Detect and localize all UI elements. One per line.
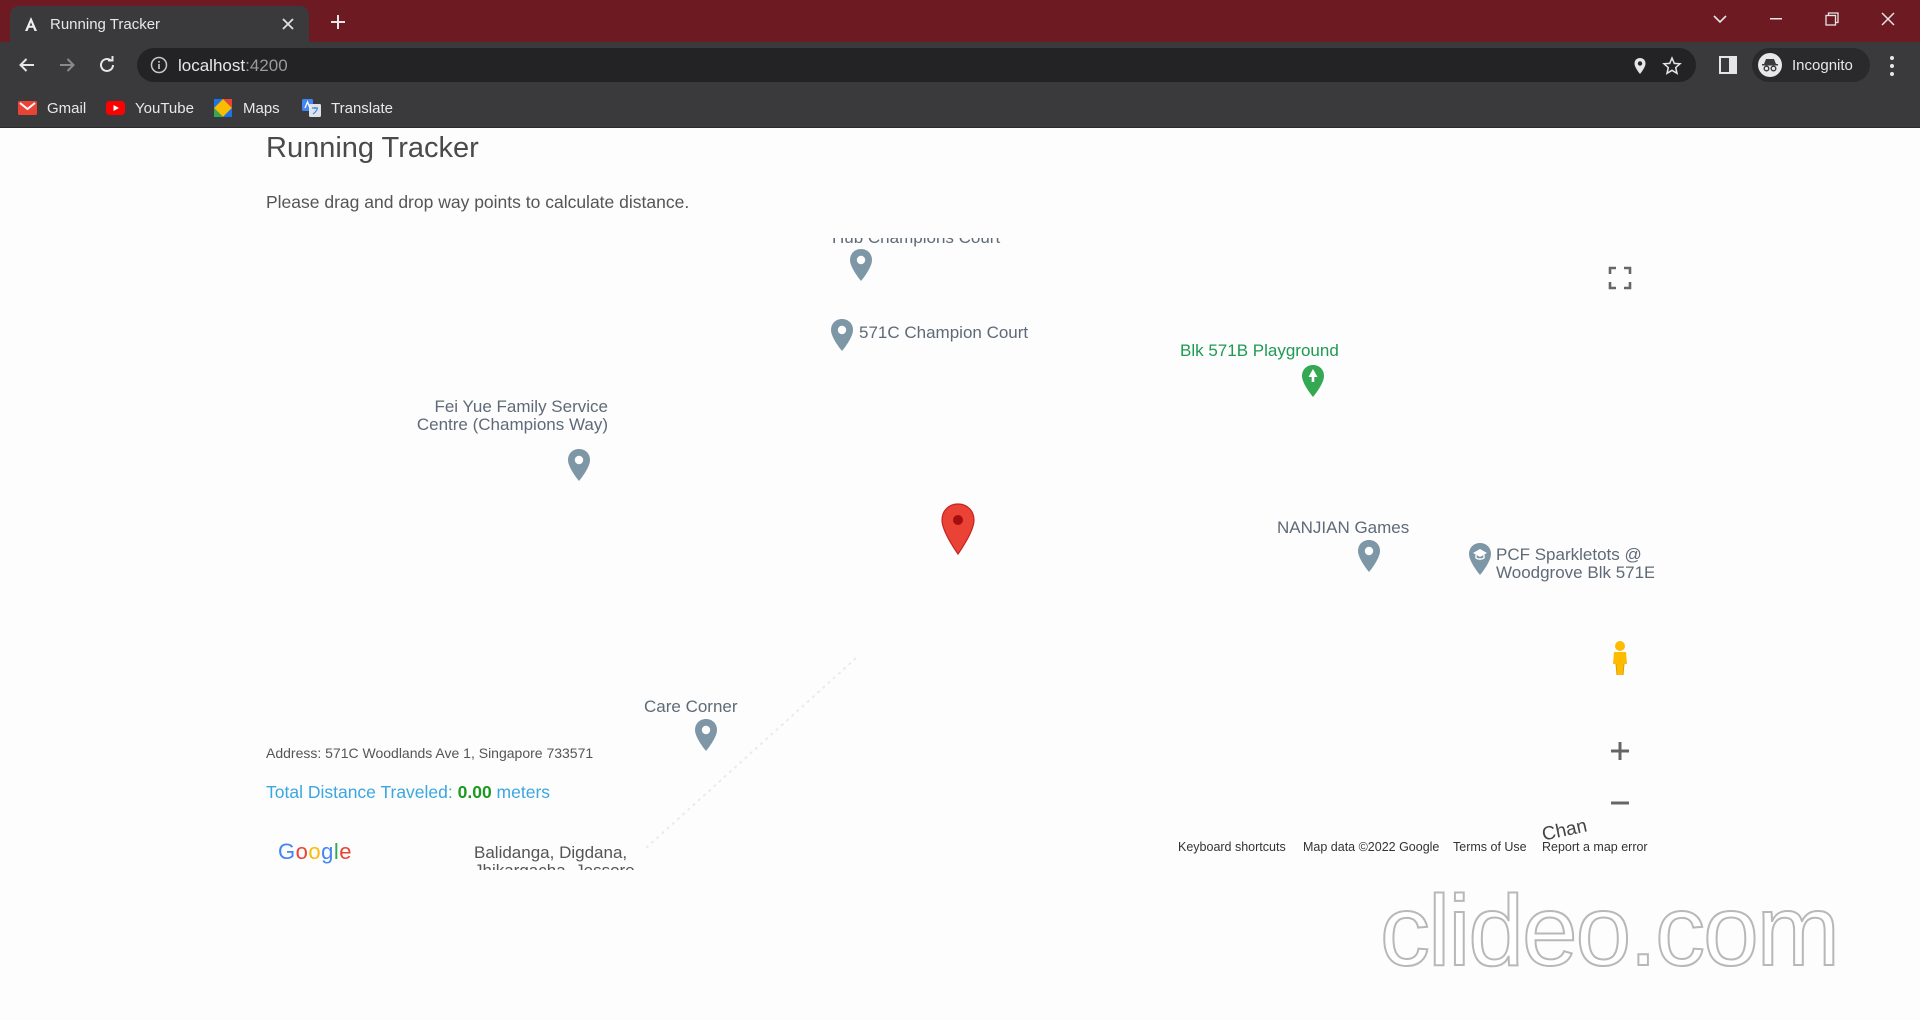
- bookmark-translate[interactable]: Translate: [301, 96, 393, 120]
- map-data-text: Map data ©2022 Google: [1303, 840, 1440, 854]
- poi-label-care-corner: Care Corner: [644, 697, 738, 716]
- page-title: Running Tracker: [266, 132, 479, 164]
- bookmark-youtube[interactable]: YouTube: [105, 96, 194, 120]
- tab-close-icon[interactable]: [279, 15, 297, 33]
- poi-pin-icon[interactable]: [829, 318, 855, 352]
- reload-button[interactable]: [91, 49, 123, 81]
- poi-label-hub-champions-court: Hub Champions Court: [832, 238, 1000, 247]
- poi-label-nanjian-games: NANJIAN Games: [1277, 518, 1410, 537]
- bookmarks-bar: Gmail YouTube Maps Translate: [0, 88, 1920, 128]
- fullscreen-icon: [1608, 266, 1632, 290]
- forward-button[interactable]: [51, 49, 83, 81]
- keyboard-shortcuts-link[interactable]: Keyboard shortcuts: [1178, 840, 1286, 854]
- watermark: clideo.com: [1379, 874, 1841, 988]
- total-distance: Total Distance Traveled: 0.00 meters: [266, 782, 551, 802]
- new-tab-button[interactable]: [324, 8, 352, 36]
- side-panel-icon[interactable]: [1718, 55, 1738, 75]
- poi-label-playground: Blk 571B Playground: [1180, 341, 1339, 360]
- zoom-out-button[interactable]: [1600, 783, 1640, 823]
- waypoint-marker-icon[interactable]: [940, 503, 976, 555]
- restore-button[interactable]: [1804, 0, 1860, 38]
- poi-label-fei-yue: Fei Yue Family Service Centre (Champions…: [416, 397, 608, 434]
- bookmark-maps[interactable]: Maps: [213, 96, 280, 120]
- profile-label: Incognito: [1792, 56, 1853, 74]
- angular-icon: [22, 15, 40, 33]
- tab-strip: Running Tracker: [0, 0, 1920, 42]
- maps-icon: [213, 99, 233, 117]
- youtube-icon: [105, 99, 125, 117]
- map[interactable]: Hub Champions Court 571C Champion Court …: [266, 238, 1654, 870]
- bookmark-gmail[interactable]: Gmail: [17, 96, 86, 120]
- poi-pin-icon[interactable]: [848, 248, 874, 282]
- translate-icon: [301, 99, 321, 117]
- browser-tab[interactable]: Running Tracker: [10, 6, 309, 42]
- poi-label-pcf-sparkletots: PCF Sparkletots @ Woodgrove Blk 571E: [1496, 545, 1654, 582]
- street-view-pegman[interactable]: [1600, 638, 1640, 678]
- google-logo: Google: [278, 839, 353, 864]
- tab-title: Running Tracker: [50, 15, 161, 33]
- intro-text: Please drag and drop way points to calcu…: [266, 192, 690, 212]
- gmail-icon: [17, 99, 37, 117]
- back-button[interactable]: [11, 49, 43, 81]
- browser-toolbar: localhost:4200 Incognito: [0, 42, 1920, 88]
- fullscreen-button[interactable]: [1600, 258, 1640, 298]
- address-bar[interactable]: localhost:4200: [137, 48, 1696, 82]
- poi-label-571c-champion-court: 571C Champion Court: [859, 323, 1029, 342]
- minimize-button[interactable]: [1748, 0, 1804, 38]
- minus-icon: [1611, 801, 1629, 805]
- profile-button[interactable]: Incognito: [1752, 48, 1870, 82]
- page-content: Running Tracker Please drag and drop way…: [0, 128, 1920, 1020]
- info-icon[interactable]: [150, 56, 168, 74]
- school-pin-icon[interactable]: [1467, 542, 1493, 576]
- star-icon[interactable]: [1662, 56, 1682, 76]
- location-icon[interactable]: [1630, 56, 1650, 76]
- url-text: localhost:4200: [178, 56, 288, 75]
- report-map-error-link[interactable]: Report a map error: [1542, 840, 1648, 854]
- tab-search-icon[interactable]: [1692, 0, 1748, 38]
- poi-pin-icon[interactable]: [1356, 539, 1382, 573]
- distance-value: 0.00: [457, 782, 492, 802]
- incognito-icon: [1758, 53, 1782, 77]
- address-text: Address: 571C Woodlands Ave 1, Singapore…: [266, 745, 594, 761]
- terms-of-use-link[interactable]: Terms of Use: [1453, 840, 1527, 854]
- zoom-in-button[interactable]: [1600, 731, 1640, 771]
- poi-label-balidanga: Balidanga, Digdana, Jhikargacha, Jessore: [474, 843, 635, 871]
- poi-pin-icon[interactable]: [693, 718, 719, 752]
- more-menu-icon[interactable]: [1882, 54, 1902, 78]
- poi-pin-icon[interactable]: [566, 448, 592, 482]
- pegman-icon: [1613, 641, 1627, 676]
- close-window-button[interactable]: [1860, 0, 1916, 38]
- plus-icon: [1611, 742, 1629, 760]
- park-pin-icon[interactable]: [1300, 364, 1326, 398]
